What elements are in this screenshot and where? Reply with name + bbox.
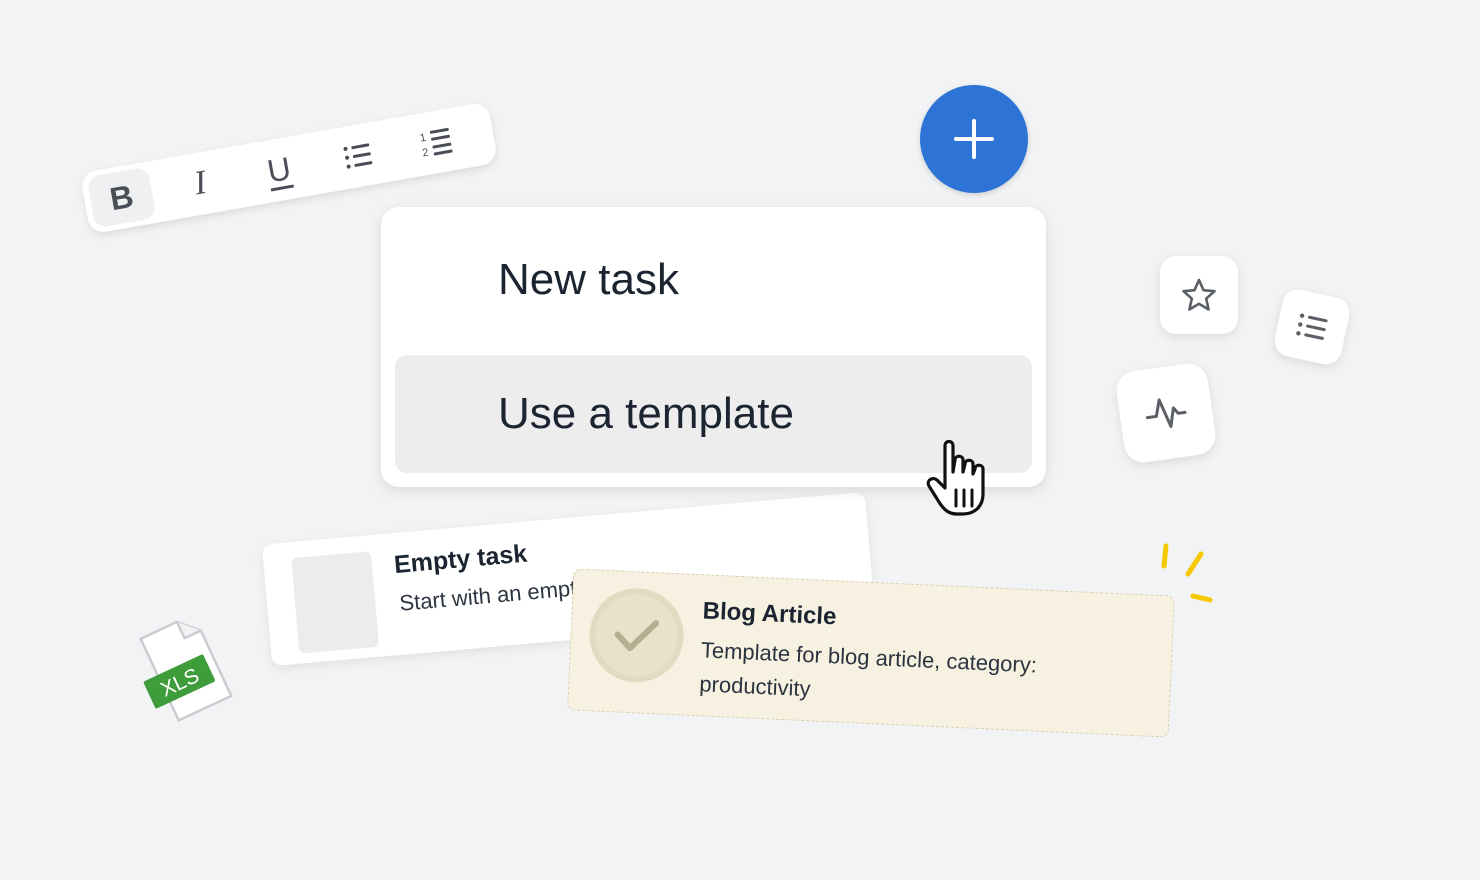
menu-item-label: Use a template [498,389,794,438]
empty-task-thumbnail [291,551,380,654]
bulleted-list-button[interactable] [323,125,393,187]
list-tile[interactable] [1271,286,1353,368]
numbered-list-icon: 1 2 [419,127,453,160]
checkmark-icon [614,620,660,652]
favorite-tile[interactable] [1160,256,1238,334]
card-title: Empty task [392,539,529,580]
xls-file-icon: XLS [139,620,233,722]
numbered-list-button[interactable]: 1 2 [402,111,472,173]
bulleted-list-icon [343,143,373,169]
hand-cursor-icon [926,439,985,516]
list-icon [1296,313,1328,340]
italic-button[interactable]: I [165,153,235,215]
card-description: Template for blog article, category: pro… [698,637,1038,702]
underline-button[interactable]: U [244,139,314,201]
menu-item-label: New task [498,255,679,304]
menu-item-new-task[interactable]: New task [395,221,1032,339]
add-button[interactable] [920,85,1028,193]
numbered-list-digit-2: 2 [421,147,429,160]
star-icon [1182,278,1216,311]
check-circle [587,586,686,685]
template-card-blog-article[interactable]: Blog Article Template for blog article, … [567,568,1175,738]
numbered-list-digit-1: 1 [419,132,427,145]
underline-icon: U [264,149,294,189]
italic-icon: I [191,163,210,203]
plus-icon [954,119,994,159]
pulse-icon [1145,398,1187,428]
bold-icon: B [106,177,136,217]
bold-button[interactable]: B [86,166,157,229]
activity-tile[interactable] [1114,361,1218,465]
card-title: Blog Article [702,597,838,631]
